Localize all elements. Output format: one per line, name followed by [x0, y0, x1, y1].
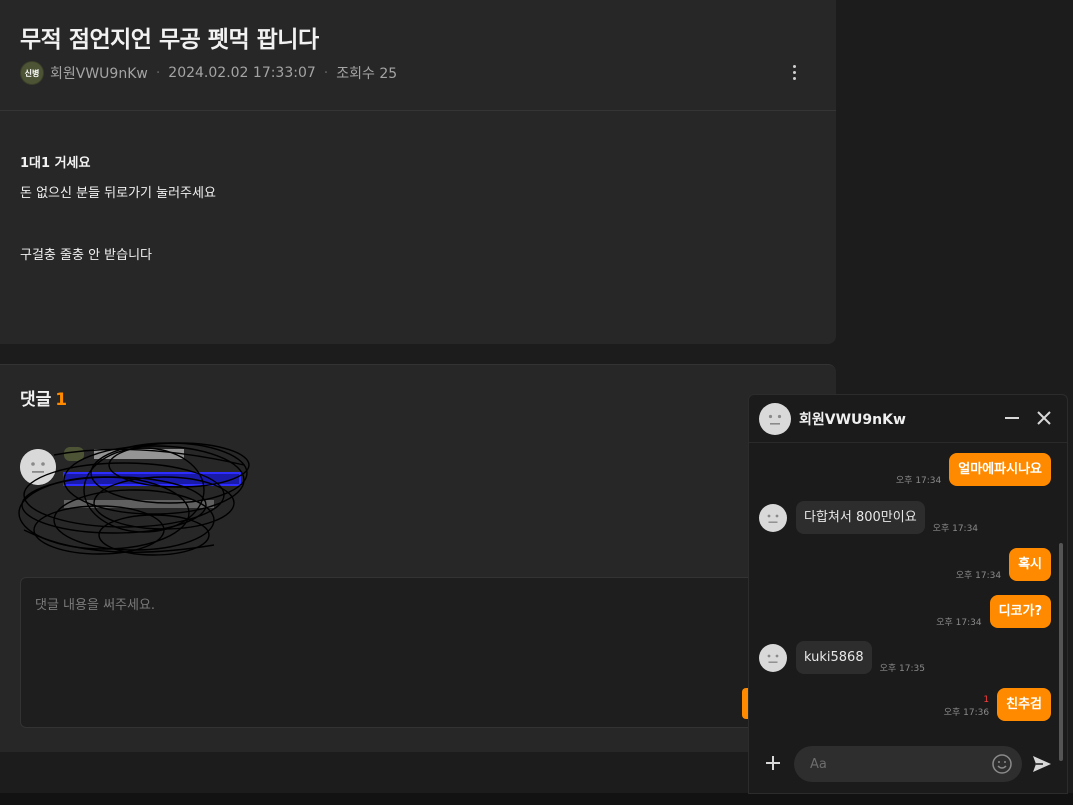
chat-partner-avatar[interactable]: [759, 402, 791, 435]
message-meta: 1 오후 17:36: [944, 695, 989, 718]
chat-message-outgoing: 오후 17:34 얼마에파시나요: [896, 453, 1051, 486]
unread-count: 1: [983, 695, 990, 705]
separator-dot: ·: [155, 65, 161, 81]
chat-input-bar: [749, 739, 1067, 793]
message-time: 오후 17:34: [936, 618, 982, 628]
send-icon[interactable]: [1031, 753, 1053, 775]
message-time: 오후 17:34: [932, 524, 979, 534]
comments-section: 댓글 1: [0, 364, 836, 752]
bottom-bar: [0, 793, 1073, 805]
plus-icon[interactable]: [763, 753, 783, 773]
minimize-icon[interactable]: [1003, 409, 1021, 427]
message-bubble: kuki5868: [796, 641, 872, 674]
divider: [0, 110, 836, 111]
chat-scrollbar[interactable]: [1059, 543, 1063, 761]
message-time: 오후 17:34: [955, 571, 1002, 581]
view-count: 조회수 25: [336, 66, 398, 82]
chat-partner-name: 회원VWU9nKw: [799, 411, 906, 428]
message-time: 오후 17:36: [943, 708, 990, 718]
message-bubble: 디코가?: [989, 595, 1051, 628]
comments-header: 댓글 1: [20, 385, 67, 410]
post-body-line: 1대1 거세요: [20, 156, 91, 171]
sender-avatar[interactable]: [759, 643, 787, 672]
emoji-icon[interactable]: [991, 753, 1013, 775]
post-meta: 신병 회원VWU9nKw · 2024.02.02 17:33:07 · 조회수…: [20, 61, 397, 85]
comment-textarea[interactable]: [21, 578, 819, 727]
post-body-line: 구걸충 줄충 안 받습니다: [20, 248, 152, 263]
post-date: 2024.02.02 17:33:07: [168, 65, 316, 81]
message-bubble: 얼마에파시나요: [949, 453, 1051, 486]
message-time: 오후 17:34: [895, 476, 942, 486]
message-time: 오후 17:35: [879, 664, 925, 674]
chat-header: 회원VWU9nKw: [749, 395, 1067, 443]
close-icon[interactable]: [1035, 409, 1053, 427]
chat-message-incoming: 다합쳐서 800만이요 오후 17:34: [759, 501, 978, 534]
separator-dot: ·: [323, 65, 329, 81]
author-badge-avatar[interactable]: 신병: [20, 61, 44, 85]
post-body-line: 돈 없으신 분들 뒤로가기 눌러주세요: [20, 186, 216, 201]
redaction-scribble: [18, 442, 250, 556]
message-bubble: 친추검: [997, 688, 1051, 721]
sender-avatar[interactable]: [759, 503, 787, 532]
message-bubble: 다합쳐서 800만이요: [796, 501, 925, 534]
chat-window: 회원VWU9nKw 오후 17:34 얼마에파시나요 다합쳐서 800만이요 오…: [748, 394, 1068, 794]
chat-message-incoming: kuki5868 오후 17:35: [759, 641, 925, 674]
message-bubble: 혹시: [1009, 548, 1051, 581]
chat-message-outgoing: 오후 17:34 디코가?: [936, 595, 1051, 628]
comments-count: 1: [55, 390, 68, 410]
chat-message-outgoing: 오후 17:34 혹시: [956, 548, 1051, 581]
comment-box: [20, 577, 820, 728]
chat-message-input[interactable]: [794, 746, 1022, 782]
post-title: 무적 점언지언 무공 펫먹 팝니다: [20, 27, 319, 53]
post-card: 무적 점언지언 무공 펫먹 팝니다 신병 회원VWU9nKw · 2024.02…: [0, 0, 836, 344]
chat-message-outgoing: 1 오후 17:36 친추검: [944, 688, 1051, 721]
author-name[interactable]: 회원VWU9nKw: [50, 63, 148, 83]
more-options-icon[interactable]: [782, 60, 806, 84]
comments-label: 댓글: [20, 390, 52, 410]
